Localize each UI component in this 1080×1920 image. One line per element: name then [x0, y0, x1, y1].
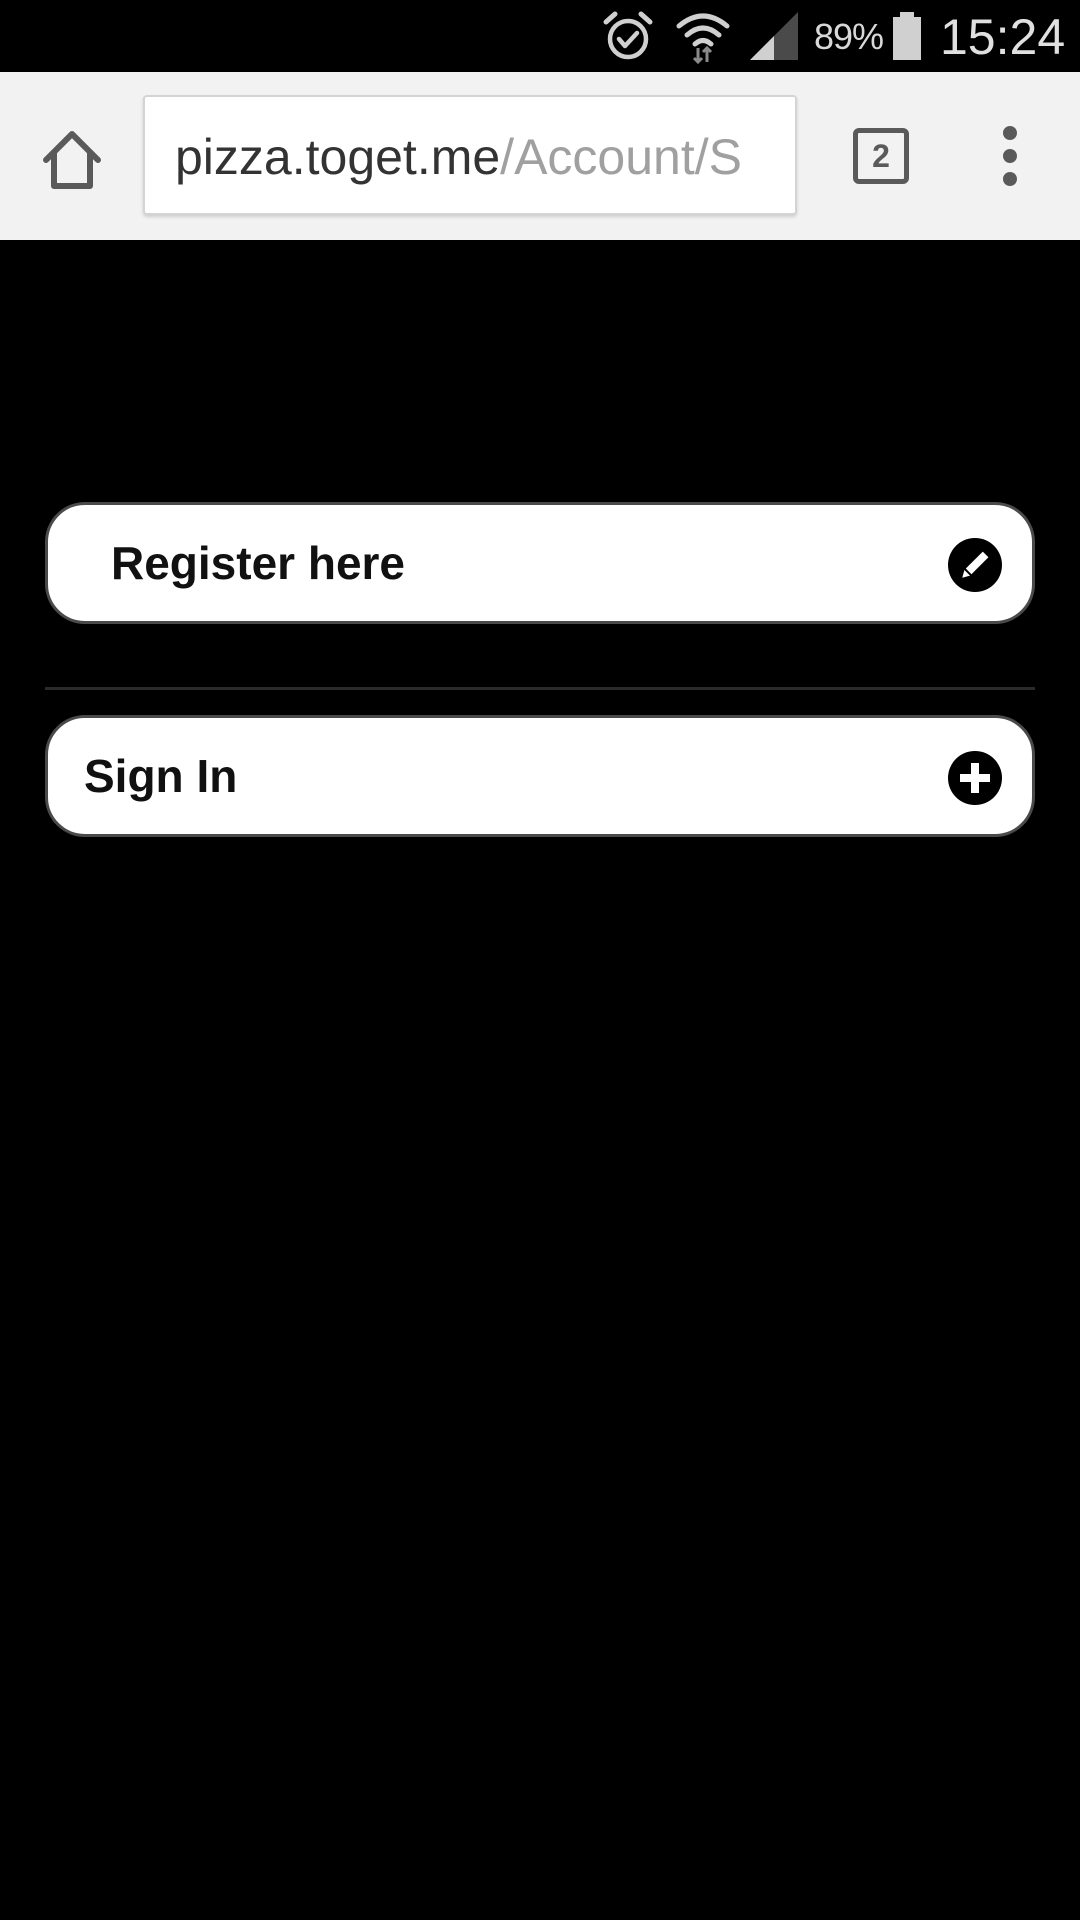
- signal-icon: [750, 12, 798, 60]
- url-path: /Account/S: [500, 129, 742, 185]
- tab-count: 2: [872, 138, 890, 174]
- status-bar: 89% 15:24: [0, 0, 1080, 72]
- wifi-icon: [676, 13, 730, 64]
- url-host: pizza.toget.me: [175, 129, 501, 185]
- overflow-menu-dot: [1003, 149, 1017, 163]
- battery-icon: [893, 12, 921, 60]
- divider: [45, 687, 1035, 690]
- register-label: Register here: [111, 537, 406, 589]
- url-text: pizza.toget.me/Account/S: [175, 129, 742, 185]
- sign-in-button[interactable]: Sign In: [45, 715, 1035, 837]
- home-button[interactable]: [36, 124, 108, 196]
- pencil-icon: [948, 538, 1002, 592]
- url-fade: [755, 97, 795, 213]
- home-icon: [43, 131, 101, 189]
- sign-in-label: Sign In: [84, 750, 238, 802]
- page-content: Register here Sign In: [0, 240, 1080, 1920]
- battery-percent: 89%: [814, 16, 884, 57]
- clock: 15:24: [940, 9, 1066, 65]
- alarm-icon: [603, 11, 653, 60]
- url-bar[interactable]: pizza.toget.me/Account/S: [143, 95, 797, 215]
- overflow-menu-dot: [1003, 172, 1017, 186]
- overflow-menu-dot: [1003, 126, 1017, 140]
- overflow-menu-button[interactable]: [990, 120, 1030, 192]
- plus-circle-icon: [948, 751, 1002, 805]
- tabs-button[interactable]: 2: [853, 128, 909, 184]
- register-button[interactable]: Register here: [45, 502, 1035, 624]
- browser-toolbar: pizza.toget.me/Account/S 2: [0, 72, 1080, 240]
